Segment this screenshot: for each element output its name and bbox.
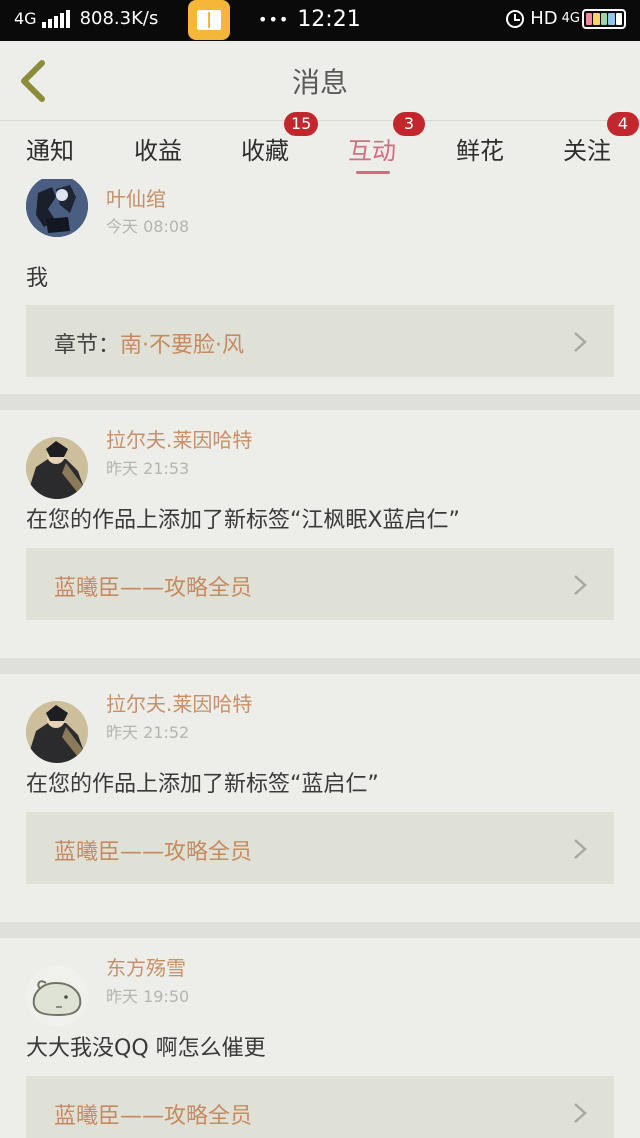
avatar-image bbox=[26, 701, 88, 763]
avatar-image bbox=[26, 965, 88, 1027]
card-divider bbox=[0, 394, 640, 410]
link-prefix: 章节： bbox=[54, 333, 121, 358]
avatar[interactable] bbox=[26, 437, 88, 499]
chapter-link[interactable]: 章节：南·不要脸·风 bbox=[26, 305, 614, 377]
tab-flowers[interactable]: 鲜花 bbox=[456, 121, 516, 179]
message-card: 拉尔夫.莱因哈特 昨天 21:53 在您的作品上添加了新标签“江枫眠X蓝启仁” … bbox=[0, 410, 640, 658]
header: 消息 bbox=[0, 41, 640, 121]
username[interactable]: 东方殇雪 bbox=[106, 952, 186, 981]
hd-indicator: HD bbox=[530, 8, 558, 29]
avatar[interactable] bbox=[26, 179, 88, 237]
link-text: 章节：南·不要脸·风 bbox=[54, 327, 244, 359]
more-dots-icon: ••• bbox=[258, 10, 290, 29]
link-title: 蓝曦臣——攻略全员 bbox=[54, 1104, 253, 1129]
interaction-badge: 3 bbox=[393, 112, 425, 136]
link-title: 蓝曦臣——攻略全员 bbox=[54, 576, 253, 601]
screen: 4G 808.3K/s ••• 12:21 HD 4G 消息 通知 收益 收藏 … bbox=[0, 0, 640, 1138]
link-text: 蓝曦臣——攻略全员 bbox=[54, 1098, 252, 1130]
timestamp: 昨天 21:53 bbox=[106, 459, 190, 478]
link-text: 蓝曦臣——攻略全员 bbox=[54, 834, 252, 866]
favorites-badge: 15 bbox=[284, 112, 319, 136]
network-type: 4G bbox=[14, 9, 37, 28]
link-title: 南·不要脸·风 bbox=[120, 333, 245, 358]
alarm-clock-icon bbox=[506, 9, 525, 28]
card-divider bbox=[0, 658, 640, 674]
message-text: 在您的作品上添加了新标签“江枫眠X蓝启仁” bbox=[26, 508, 460, 533]
status-left: 4G 808.3K/s bbox=[14, 8, 158, 29]
message-text: 我 bbox=[26, 266, 49, 291]
tab-label: 收藏 bbox=[241, 137, 289, 165]
tab-label: 关注 bbox=[563, 137, 611, 165]
app-book-icon bbox=[188, 0, 230, 40]
chevron-right-icon bbox=[574, 839, 587, 859]
avatar-image bbox=[26, 179, 88, 237]
link-title: 蓝曦臣——攻略全员 bbox=[54, 840, 253, 865]
message-card: 叶仙绾 今天 08:08 我 章节：南·不要脸·风 bbox=[0, 179, 640, 394]
timestamp: 昨天 21:52 bbox=[106, 723, 190, 742]
status-right: HD 4G bbox=[506, 8, 626, 29]
card-divider bbox=[0, 922, 640, 938]
message-feed[interactable]: 叶仙绾 今天 08:08 我 章节：南·不要脸·风 拉尔夫.莱因哈特 昨天 21… bbox=[0, 179, 640, 1138]
timestamp: 昨天 19:50 bbox=[106, 987, 190, 1006]
message-card: 东方殇雪 昨天 19:50 大大我没QQ 啊怎么催更 蓝曦臣——攻略全员 bbox=[0, 938, 640, 1138]
username[interactable]: 拉尔夫.莱因哈特 bbox=[106, 688, 252, 717]
chevron-right-icon bbox=[574, 1103, 587, 1123]
page-title: 消息 bbox=[291, 66, 348, 99]
avatar-image bbox=[26, 437, 88, 499]
work-link[interactable]: 蓝曦臣——攻略全员 bbox=[26, 812, 614, 884]
work-link[interactable]: 蓝曦臣——攻略全员 bbox=[26, 548, 614, 620]
avatar[interactable] bbox=[26, 965, 88, 1027]
timestamp: 今天 08:08 bbox=[106, 217, 190, 236]
avatar[interactable] bbox=[26, 701, 88, 763]
tab-label: 通知 bbox=[26, 137, 74, 165]
username[interactable]: 拉尔夫.莱因哈特 bbox=[106, 424, 252, 453]
battery-icon bbox=[582, 8, 626, 29]
active-tab-indicator bbox=[356, 171, 390, 174]
message-text: 在您的作品上添加了新标签“蓝启仁” bbox=[26, 772, 379, 797]
tab-notice[interactable]: 通知 bbox=[26, 121, 86, 179]
network-type-right: 4G bbox=[561, 11, 580, 26]
tab-label: 互动 bbox=[348, 137, 396, 165]
follow-badge: 4 bbox=[607, 112, 639, 136]
network-speed: 808.3K/s bbox=[79, 8, 159, 29]
message-card: 拉尔夫.莱因哈特 昨天 21:52 在您的作品上添加了新标签“蓝启仁” 蓝曦臣—… bbox=[0, 674, 640, 922]
status-middle: ••• 12:21 bbox=[258, 7, 361, 32]
link-text: 蓝曦臣——攻略全员 bbox=[54, 570, 252, 602]
message-text: 大大我没QQ 啊怎么催更 bbox=[26, 1036, 266, 1061]
username[interactable]: 叶仙绾 bbox=[106, 183, 166, 212]
chevron-right-icon bbox=[574, 332, 587, 352]
status-time: 12:21 bbox=[297, 7, 361, 32]
status-bar: 4G 808.3K/s ••• 12:21 HD 4G bbox=[0, 0, 640, 41]
chevron-right-icon bbox=[574, 575, 587, 595]
tab-label: 鲜花 bbox=[456, 137, 504, 165]
tab-bar: 通知 收益 收藏 15 互动 3 鲜花 关注 4 bbox=[0, 112, 640, 179]
tab-earnings[interactable]: 收益 bbox=[134, 121, 194, 179]
tab-label: 收益 bbox=[134, 137, 182, 165]
work-link[interactable]: 蓝曦臣——攻略全员 bbox=[26, 1076, 614, 1138]
signal-icon bbox=[41, 9, 70, 28]
